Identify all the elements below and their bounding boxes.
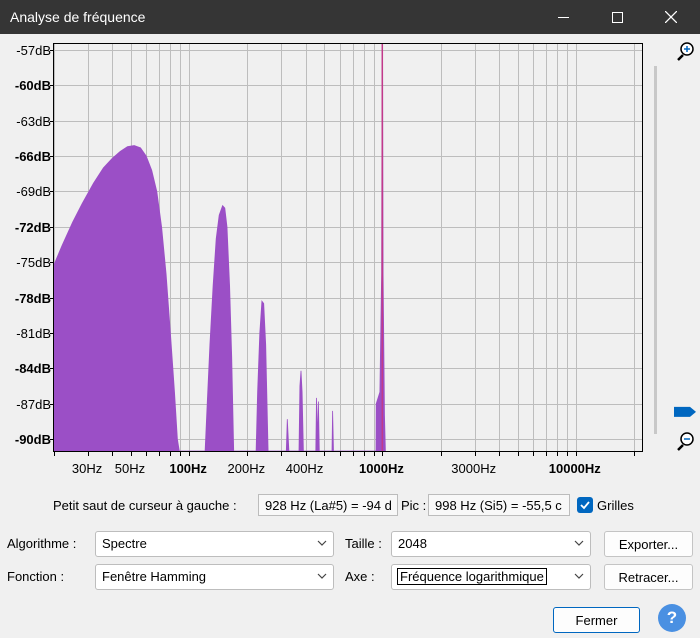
cursor-value-field: 928 Hz (La#5) = -94 d <box>258 494 398 516</box>
close-window-button[interactable] <box>648 0 694 34</box>
y-tick-label: -87dB <box>16 397 51 412</box>
maximize-icon <box>611 11 623 23</box>
close-icon <box>665 11 677 23</box>
algorithm-select[interactable]: Spectre <box>95 531 334 557</box>
chevron-down-icon <box>574 573 584 579</box>
window-title: Analyse de fréquence <box>10 9 146 25</box>
y-tick-label: -78dB <box>15 291 51 306</box>
function-select[interactable]: Fenêtre Hamming <box>95 564 334 590</box>
grids-checkbox[interactable] <box>577 497 593 513</box>
x-tick-label: 50Hz <box>115 461 145 476</box>
y-axis-ticks: -57dB -60dB -63dB -66dB -69dB -72dB -75dB -78dB… <box>15 43 54 447</box>
zoom-slider-thumb[interactable] <box>674 406 696 417</box>
peak-value-field: 998 Hz (Si5) = -55,5 c <box>428 494 570 516</box>
cursor-label: Petit saut de curseur à gauche : <box>53 498 237 513</box>
maximize-button[interactable] <box>594 0 640 34</box>
title-bar: Analyse de fréquence <box>0 0 700 34</box>
size-value: 2048 <box>398 536 427 551</box>
zoom-out-icon[interactable] <box>677 432 694 451</box>
close-button[interactable]: Fermer <box>553 607 640 633</box>
function-value: Fenêtre Hamming <box>102 569 207 584</box>
spectrum-fill <box>53 43 386 452</box>
algorithm-label: Algorithme : <box>7 536 77 551</box>
x-axis-ticks: 30Hz 50Hz 100Hz 200Hz 400Hz 1000Hz 3000Hz 10000… <box>54 451 635 476</box>
y-tick-label: -75dB <box>16 255 51 270</box>
y-tick-label: -57dB <box>16 43 51 58</box>
minimize-icon <box>557 16 569 18</box>
size-label: Taille : <box>345 536 382 551</box>
replot-button[interactable]: Retracer... <box>604 564 693 590</box>
y-tick-label: -69dB <box>16 184 51 199</box>
axis-select[interactable]: Fréquence logarithmique <box>391 564 591 590</box>
y-tick-label: -66dB <box>15 149 51 164</box>
axis-value: Fréquence logarithmique <box>397 568 547 585</box>
y-tick-label: -60dB <box>15 78 51 93</box>
y-tick-label: -90dB <box>15 432 51 447</box>
x-tick-label: 3000Hz <box>451 461 496 476</box>
function-label: Fonction : <box>7 569 65 584</box>
checkmark-icon <box>580 501 590 510</box>
axis-label: Axe : <box>345 569 375 584</box>
x-tick-label: 1000Hz <box>359 461 404 476</box>
spectrum-plot: -57dB -60dB -63dB -66dB -69dB -72dB -75dB -78dB… <box>15 42 696 476</box>
help-button[interactable]: ? <box>658 604 686 632</box>
x-tick-label: 100Hz <box>169 461 207 476</box>
zoom-in-icon[interactable] <box>677 42 694 61</box>
x-tick-label: 30Hz <box>72 461 102 476</box>
chevron-down-icon <box>317 573 327 579</box>
x-tick-label: 10000Hz <box>549 461 602 476</box>
zoom-slider-track[interactable] <box>654 66 657 434</box>
x-tick-label: 200Hz <box>228 461 266 476</box>
y-tick-label: -72dB <box>15 220 51 235</box>
minimize-button[interactable] <box>540 0 586 34</box>
chevron-down-icon <box>317 540 327 546</box>
grids-label: Grilles <box>597 498 634 513</box>
export-button[interactable]: Exporter... <box>604 531 693 557</box>
y-tick-label: -84dB <box>15 361 51 376</box>
y-tick-label: -63dB <box>16 114 51 129</box>
chevron-down-icon <box>574 540 584 546</box>
y-tick-label: -81dB <box>16 326 51 341</box>
peak-label: Pic : <box>401 498 427 513</box>
size-select[interactable]: 2048 <box>391 531 591 557</box>
spectrum-area <box>53 43 386 452</box>
algorithm-value: Spectre <box>102 536 147 551</box>
x-tick-label: 400Hz <box>286 461 324 476</box>
